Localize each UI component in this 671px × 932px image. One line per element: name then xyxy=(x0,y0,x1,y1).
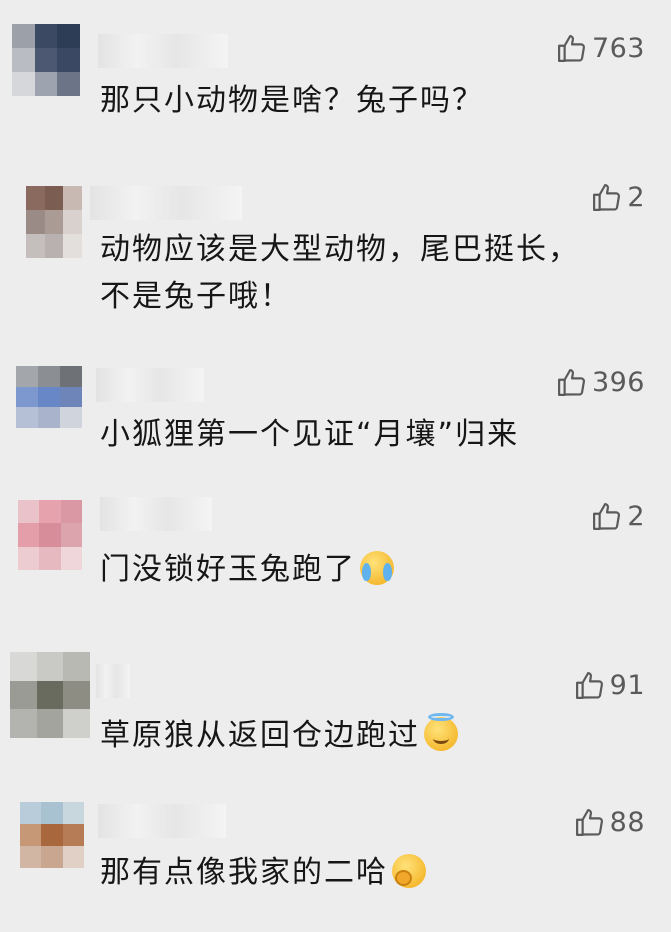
like-button[interactable]: 2 xyxy=(590,181,645,214)
like-button[interactable]: 88 xyxy=(573,806,645,839)
like-count: 2 xyxy=(627,501,645,532)
like-count: 88 xyxy=(609,807,645,838)
comment-text: 动物应该是大型动物，尾巴挺长，不是兔子哦！ xyxy=(100,232,580,314)
like-count: 2 xyxy=(627,182,645,213)
like-button[interactable]: 91 xyxy=(573,669,645,702)
username[interactable] xyxy=(96,664,130,698)
comment-text: 那有点像我家的二哈 xyxy=(100,849,640,896)
username[interactable] xyxy=(98,804,226,838)
thumbs-up-icon xyxy=(557,35,585,62)
comment-text: 门没锁好玉兔跑了 xyxy=(100,546,640,593)
like-button[interactable]: 2 xyxy=(590,500,645,533)
comment-feed: 763 那只小动物是啥？兔子吗？ 2 动物应该是大型动物，尾巴挺长，不是兔子哦！… xyxy=(0,0,671,932)
username[interactable] xyxy=(98,34,228,68)
username[interactable] xyxy=(100,497,212,531)
like-button[interactable]: 763 xyxy=(555,32,645,65)
thumbs-up-icon xyxy=(593,503,621,530)
avatar[interactable] xyxy=(12,24,80,96)
username[interactable] xyxy=(96,368,204,402)
like-count: 763 xyxy=(591,33,645,64)
smiling-halo-emoji-icon xyxy=(424,713,458,751)
thumbs-up-icon xyxy=(575,809,603,836)
like-button[interactable]: 396 xyxy=(555,366,645,399)
avatar[interactable] xyxy=(16,366,82,428)
thinking-emoji-icon xyxy=(392,854,426,888)
thumbs-up-icon xyxy=(593,184,621,211)
username[interactable] xyxy=(90,186,242,220)
thumbs-up-icon xyxy=(575,672,603,699)
comment-text: 那只小动物是啥？兔子吗？ xyxy=(100,83,484,118)
like-count: 91 xyxy=(609,670,645,701)
like-count: 396 xyxy=(591,367,645,398)
avatar[interactable] xyxy=(18,500,82,570)
thumbs-up-icon xyxy=(557,369,585,396)
avatar[interactable] xyxy=(26,186,82,258)
crying-laugh-emoji-icon xyxy=(360,551,394,585)
comment-text: 草原狼从返回仓边跑过 xyxy=(100,712,640,759)
comment-text: 小狐狸第一个见证“月壤”归来 xyxy=(100,417,520,452)
avatar[interactable] xyxy=(10,652,90,738)
avatar[interactable] xyxy=(20,802,84,868)
